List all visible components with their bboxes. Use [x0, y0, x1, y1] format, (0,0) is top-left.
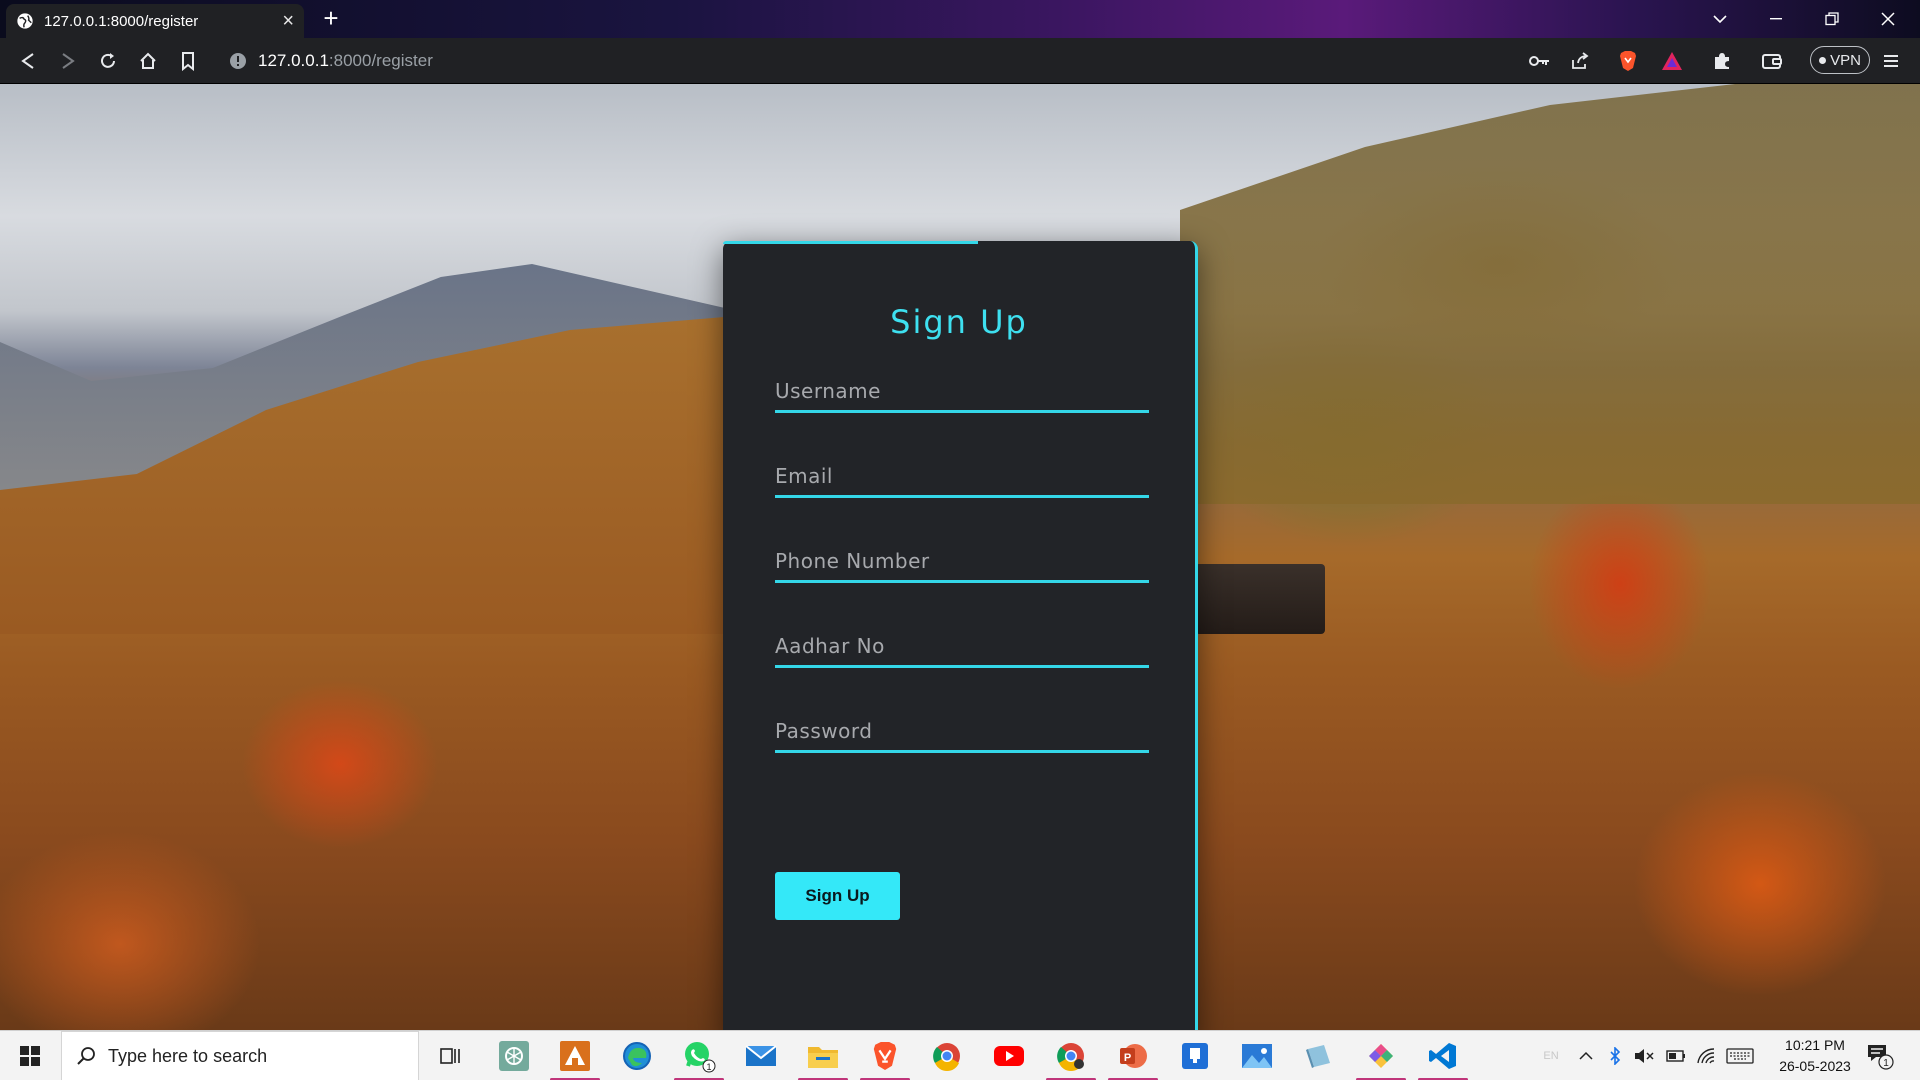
globe-icon	[17, 13, 33, 29]
password-field	[775, 703, 1149, 753]
url-path: :8000/register	[328, 51, 433, 70]
taskbar-search[interactable]	[61, 1031, 419, 1080]
username-input[interactable]	[775, 363, 1149, 410]
browser-tab[interactable]: 127.0.0.1:8000/register ×	[6, 4, 304, 38]
share-icon[interactable]	[1568, 49, 1592, 73]
app-store-icon[interactable]	[1177, 1038, 1213, 1074]
clock-time: 10:21 PM	[1785, 1037, 1845, 1053]
brave-icon[interactable]	[867, 1038, 903, 1074]
sign-up-button[interactable]: Sign Up	[775, 872, 900, 920]
show-hidden-icons-icon[interactable]	[1574, 1031, 1598, 1080]
browser-toolbar: 127.0.0.1:8000/register VPN	[0, 38, 1920, 84]
aadhar-input[interactable]	[775, 618, 1149, 665]
background-forest	[1180, 84, 1920, 504]
tab-close-icon[interactable]: ×	[282, 11, 294, 31]
edge-icon[interactable]	[619, 1038, 655, 1074]
address-bar[interactable]: 127.0.0.1:8000/register	[258, 45, 1718, 77]
youtube-icon[interactable]	[991, 1038, 1027, 1074]
page-background: Sign Up Sign Up	[0, 84, 1920, 1030]
volume-muted-icon[interactable]	[1632, 1031, 1656, 1080]
key-icon[interactable]	[1528, 49, 1552, 73]
wifi-icon[interactable]	[1694, 1031, 1718, 1080]
brave-rewards-icon[interactable]	[1660, 49, 1684, 73]
back-icon[interactable]	[16, 49, 40, 73]
keyboard-icon[interactable]	[1724, 1031, 1756, 1080]
phone-field	[775, 533, 1149, 583]
home-icon[interactable]	[136, 49, 160, 73]
forward-icon[interactable]	[56, 49, 80, 73]
search-icon	[77, 1047, 95, 1065]
vpn-label: VPN	[1830, 51, 1861, 69]
notification-count: 1	[1883, 1058, 1889, 1069]
signup-card: Sign Up Sign Up	[723, 241, 1198, 1030]
brave-shield-icon[interactable]	[1616, 49, 1640, 73]
language-indicator[interactable]: EN	[1536, 1031, 1566, 1080]
email-field	[775, 448, 1149, 498]
site-info-icon[interactable]	[226, 49, 250, 73]
minimize-button[interactable]	[1748, 0, 1804, 38]
vpn-status-icon	[1819, 56, 1827, 64]
url-host: 127.0.0.1	[258, 51, 329, 70]
notification-center-icon[interactable]: 1	[1865, 1041, 1895, 1071]
aadhar-field	[775, 618, 1149, 668]
vscode-icon[interactable]	[1425, 1038, 1461, 1074]
taskbar: 1 P EN	[0, 1030, 1920, 1080]
username-field	[775, 363, 1149, 413]
new-tab-button[interactable]: +	[316, 5, 346, 33]
close-window-button[interactable]	[1860, 0, 1916, 38]
file-explorer-icon[interactable]	[805, 1038, 841, 1074]
email-input[interactable]	[775, 448, 1149, 495]
app-icon[interactable]	[1301, 1038, 1337, 1074]
extensions-icon[interactable]	[1710, 49, 1734, 73]
powerpoint-icon[interactable]: P	[1115, 1038, 1151, 1074]
tab-search-icon[interactable]	[1692, 0, 1748, 38]
chatgpt-icon[interactable]	[496, 1038, 532, 1074]
paint-icon[interactable]	[1363, 1038, 1399, 1074]
browser-tab-strip: 127.0.0.1:8000/register × +	[0, 0, 1920, 38]
taskbar-search-input[interactable]	[108, 1045, 388, 1067]
clock-date: 26-05-2023	[1779, 1058, 1851, 1074]
page-title: Sign Up	[890, 303, 1028, 341]
windows-start-icon[interactable]	[0, 1031, 60, 1080]
taskbar-clock[interactable]: 10:21 PM 26-05-2023	[1760, 1035, 1870, 1077]
vpn-button[interactable]: VPN	[1810, 46, 1870, 74]
task-view-icon[interactable]	[433, 1038, 469, 1074]
whatsapp-badge: 1	[706, 1062, 711, 1072]
background-train	[1195, 564, 1325, 634]
bluetooth-icon[interactable]	[1604, 1031, 1626, 1080]
phone-input[interactable]	[775, 533, 1149, 580]
tab-title: 127.0.0.1:8000/register	[44, 12, 199, 30]
restore-button[interactable]	[1804, 0, 1860, 38]
photos-icon[interactable]	[1239, 1038, 1275, 1074]
card-top-accent	[723, 241, 978, 244]
chrome-icon[interactable]	[929, 1038, 965, 1074]
mail-icon[interactable]	[743, 1038, 779, 1074]
reload-icon[interactable]	[96, 49, 120, 73]
chrome-profile-icon[interactable]	[1053, 1038, 1089, 1074]
wallet-icon[interactable]	[1760, 49, 1784, 73]
svg-text:P: P	[1124, 1052, 1131, 1064]
bookmark-icon[interactable]	[176, 49, 200, 73]
battery-icon[interactable]	[1664, 1031, 1688, 1080]
whatsapp-icon[interactable]: 1	[681, 1038, 717, 1074]
password-input[interactable]	[775, 703, 1149, 750]
menu-icon[interactable]	[1880, 49, 1904, 73]
app-icon[interactable]	[557, 1038, 593, 1074]
